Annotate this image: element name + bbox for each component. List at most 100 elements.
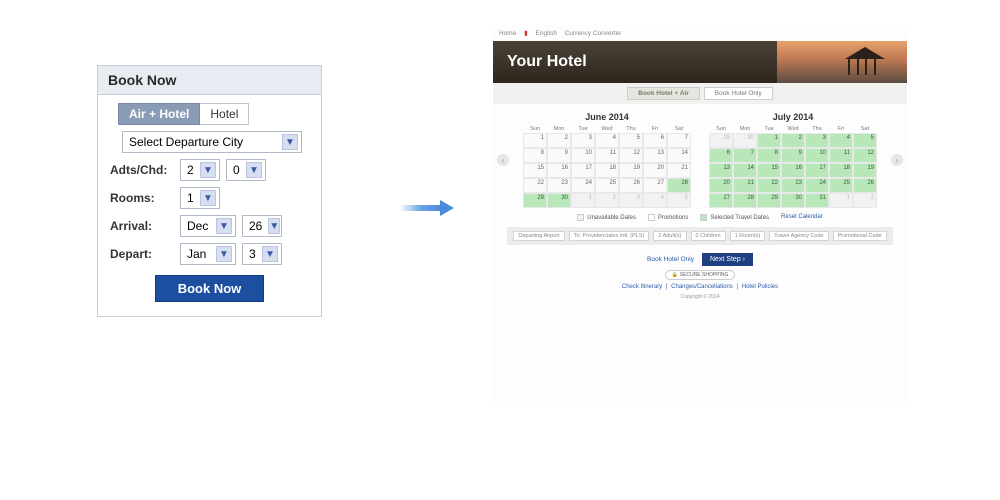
calendar-cell[interactable]: 25 xyxy=(595,178,619,193)
calendar-cell[interactable]: 25 xyxy=(829,178,853,193)
calendar-cell[interactable]: 7 xyxy=(667,133,691,148)
destination-airport-field[interactable]: To: Providenciales Intl. (PLS) xyxy=(569,231,650,241)
calendar-cell[interactable]: 8 xyxy=(757,148,781,163)
crumb-currency[interactable]: Currency Converter xyxy=(565,30,622,37)
calendar-cell[interactable]: 21 xyxy=(733,178,757,193)
calendar-cell[interactable]: 12 xyxy=(853,148,877,163)
calendar-cell[interactable]: 2 xyxy=(853,193,877,208)
reset-calendar-link[interactable]: Reset Calendar xyxy=(781,214,823,221)
tab-hotel[interactable]: Hotel xyxy=(200,103,249,125)
subtab-hotel-air[interactable]: Book Hotel + Air xyxy=(627,87,700,100)
crumb-home[interactable]: Home xyxy=(499,30,516,37)
departing-airport-field[interactable]: Departing Airport xyxy=(513,231,564,241)
calendar-cell[interactable]: 19 xyxy=(853,163,877,178)
calendar-cell[interactable]: 15 xyxy=(757,163,781,178)
calendar-cell[interactable]: 18 xyxy=(829,163,853,178)
arrival-month-select[interactable]: Dec▼ xyxy=(180,215,236,237)
calendar-cell[interactable]: 4 xyxy=(595,133,619,148)
calendar-cell[interactable]: 1 xyxy=(571,193,595,208)
calendar-cell[interactable]: 28 xyxy=(733,193,757,208)
rooms-select[interactable]: 1▼ xyxy=(180,187,220,209)
calendar-cell[interactable]: 23 xyxy=(547,178,571,193)
depart-day-select[interactable]: 3▼ xyxy=(242,243,282,265)
calendar-cell[interactable]: 6 xyxy=(643,133,667,148)
calendar-cell[interactable]: 3 xyxy=(571,133,595,148)
calendar-cell[interactable]: 1 xyxy=(829,193,853,208)
calendar-cell[interactable]: 31 xyxy=(805,193,829,208)
hotel-policies-link[interactable]: Hotel Policies xyxy=(742,284,778,290)
calendar-cell[interactable]: 26 xyxy=(619,178,643,193)
depart-month-select[interactable]: Jan▼ xyxy=(180,243,236,265)
adults-select[interactable]: 2▼ xyxy=(180,159,220,181)
calendar-cell[interactable]: 1 xyxy=(757,133,781,148)
calendar-cell[interactable]: 6 xyxy=(709,148,733,163)
rooms-field[interactable]: 1 Room(s) xyxy=(730,231,766,241)
calendar-cell[interactable]: 17 xyxy=(571,163,595,178)
calendar-cell[interactable]: 4 xyxy=(643,193,667,208)
calendar-prev-button[interactable]: ‹ xyxy=(497,154,509,166)
calendar-cell[interactable]: 30 xyxy=(733,133,757,148)
calendar-cell[interactable]: 17 xyxy=(805,163,829,178)
calendar-cell[interactable]: 20 xyxy=(709,178,733,193)
calendar-cell[interactable]: 3 xyxy=(619,193,643,208)
book-hotel-only-link[interactable]: Book Hotel Only xyxy=(647,256,694,263)
calendar-cell[interactable]: 27 xyxy=(709,193,733,208)
calendar-cell[interactable]: 13 xyxy=(643,148,667,163)
calendar-cell[interactable]: 22 xyxy=(523,178,547,193)
calendar-cell[interactable]: 20 xyxy=(643,163,667,178)
calendar-cell[interactable]: 9 xyxy=(781,148,805,163)
calendar-cell[interactable]: 2 xyxy=(781,133,805,148)
arrival-day-select[interactable]: 26▼ xyxy=(242,215,282,237)
children-select[interactable]: 0▼ xyxy=(226,159,266,181)
check-itinerary-link[interactable]: Check Itinerary xyxy=(622,284,662,290)
calendar-cell[interactable]: 29 xyxy=(523,193,547,208)
calendar-cell[interactable]: 11 xyxy=(595,148,619,163)
calendar-next-button[interactable]: › xyxy=(891,154,903,166)
calendar-cell[interactable]: 1 xyxy=(523,133,547,148)
calendar-cell[interactable]: 2 xyxy=(547,133,571,148)
calendar-cell[interactable]: 10 xyxy=(571,148,595,163)
subtab-hotel-only[interactable]: Book Hotel Only xyxy=(704,87,773,100)
adults-field[interactable]: 2 Adult(s) xyxy=(653,231,686,241)
calendar-cell[interactable]: 24 xyxy=(805,178,829,193)
calendar-cell[interactable]: 21 xyxy=(667,163,691,178)
calendar-cell[interactable]: 2 xyxy=(595,193,619,208)
calendar-cell[interactable]: 5 xyxy=(619,133,643,148)
calendar-cell[interactable]: 8 xyxy=(523,148,547,163)
calendar-cell[interactable]: 24 xyxy=(571,178,595,193)
calendar-cell[interactable]: 14 xyxy=(733,163,757,178)
agency-code-field[interactable]: Travel Agency Code xyxy=(769,231,828,241)
departure-city-select[interactable]: Select Departure City ▼ xyxy=(122,131,302,153)
calendar-cell[interactable]: 15 xyxy=(523,163,547,178)
calendar-cell[interactable]: 16 xyxy=(547,163,571,178)
calendar-cell[interactable]: 7 xyxy=(733,148,757,163)
calendar-cell[interactable]: 11 xyxy=(829,148,853,163)
calendar-cell[interactable]: 5 xyxy=(853,133,877,148)
next-step-button[interactable]: Next Step › xyxy=(702,253,753,266)
calendar-cell[interactable]: 30 xyxy=(781,193,805,208)
calendar-cell[interactable]: 22 xyxy=(757,178,781,193)
calendar-cell[interactable]: 30 xyxy=(547,193,571,208)
calendar-cell[interactable]: 9 xyxy=(547,148,571,163)
calendar-cell[interactable]: 4 xyxy=(829,133,853,148)
calendar-cell[interactable]: 29 xyxy=(757,193,781,208)
tab-air-hotel[interactable]: Air + Hotel xyxy=(118,103,200,125)
calendar-cell[interactable]: 3 xyxy=(805,133,829,148)
calendar-cell[interactable]: 13 xyxy=(709,163,733,178)
calendar-cell[interactable]: 23 xyxy=(781,178,805,193)
calendar-cell[interactable]: 5 xyxy=(667,193,691,208)
promo-code-field[interactable]: Promotional Code xyxy=(833,231,887,241)
book-now-button[interactable]: Book Now xyxy=(155,275,265,302)
children-field[interactable]: 0 Children xyxy=(691,231,726,241)
calendar-cell[interactable]: 14 xyxy=(667,148,691,163)
changes-cancellations-link[interactable]: Changes/Cancellations xyxy=(671,284,733,290)
calendar-cell[interactable]: 27 xyxy=(643,178,667,193)
calendar-cell[interactable]: 16 xyxy=(781,163,805,178)
calendar-cell[interactable]: 12 xyxy=(619,148,643,163)
calendar-cell[interactable]: 19 xyxy=(619,163,643,178)
crumb-english[interactable]: English xyxy=(536,30,557,37)
calendar-cell[interactable]: 18 xyxy=(595,163,619,178)
calendar-cell[interactable]: 29 xyxy=(709,133,733,148)
calendar-cell[interactable]: 28 xyxy=(667,178,691,193)
calendar-cell[interactable]: 26 xyxy=(853,178,877,193)
